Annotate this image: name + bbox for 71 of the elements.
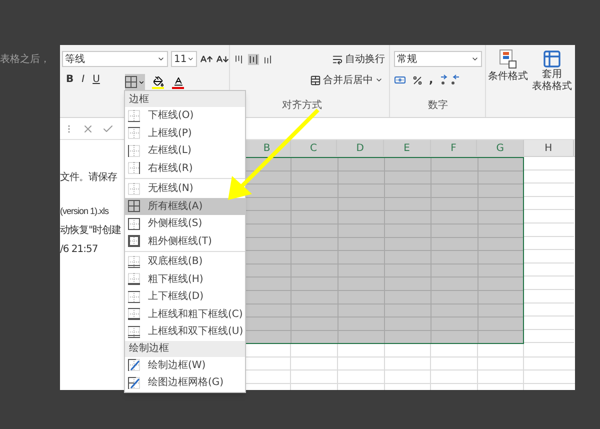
menu-item[interactable]: 外侧框线(S) (125, 215, 245, 232)
menu-item[interactable]: 右框线(R) (125, 160, 245, 177)
table-format-icon (542, 49, 562, 69)
wrap-text-button[interactable]: 自动换行 (332, 52, 386, 66)
wrap-icon (332, 54, 344, 64)
recovery-text: /6 21:57 (60, 242, 99, 256)
border-style-icon (128, 326, 140, 338)
font-style-button[interactable]: B (66, 72, 74, 86)
border-style-icon (128, 290, 140, 303)
menu-item[interactable]: 下框线(O) (125, 107, 245, 124)
font-size-field[interactable]: 11 (171, 51, 197, 67)
border-style-icon (125, 76, 137, 88)
bottom-align-icon[interactable] (262, 54, 273, 64)
middle-align-icon[interactable] (248, 54, 259, 64)
menu-item[interactable]: 上框线(P) (125, 124, 245, 142)
border-style-icon (128, 182, 140, 195)
border-style-icon (128, 376, 140, 389)
menu-section-header: 边框 (125, 91, 245, 107)
currency-icon[interactable] (394, 74, 406, 86)
menu-item[interactable]: 左框线(L) (125, 142, 245, 160)
cancel-icon[interactable] (82, 122, 94, 134)
recovery-text: (version 1).xls (60, 205, 110, 218)
dropdown-icon (375, 76, 383, 84)
fill-color-icon[interactable] (152, 76, 164, 86)
menu-item[interactable]: 所有框线(A) (125, 198, 245, 215)
dropdown-icon (186, 55, 194, 63)
merge-icon (310, 74, 321, 86)
column-header[interactable]: H (524, 140, 574, 156)
menu-section-header: 绘制边框 (125, 340, 245, 356)
border-style-icon (128, 256, 140, 268)
menu-item[interactable]: 粗下框线(H) (125, 270, 245, 288)
border-style-icon (128, 273, 140, 286)
border-style-icon (128, 200, 140, 212)
menu-item[interactable]: 上框线和粗下框线(C) (125, 306, 245, 323)
border-style-icon (128, 235, 140, 248)
menu-item[interactable]: 上下框线(D) (125, 288, 245, 306)
border-style-icon (128, 308, 140, 320)
font-color-icon[interactable] (172, 76, 184, 86)
conditional-format-button[interactable]: 条件格式 (488, 49, 528, 117)
recovery-text: 文件。请保存 (60, 170, 118, 185)
dropdown-icon (138, 78, 145, 86)
border-button[interactable] (125, 74, 145, 90)
decimal-icon[interactable] (439, 74, 462, 86)
border-style-icon (128, 127, 140, 140)
conditional-format-icon (499, 49, 517, 69)
font-name-field[interactable]: 等线 (62, 51, 168, 67)
font-style-button[interactable]: I (82, 72, 85, 86)
recovery-text: 动恢复"时创建 (60, 224, 122, 238)
article-caption: 表格之后， (0, 52, 51, 67)
menu-item[interactable]: 绘制边框(W) (125, 356, 245, 374)
group-label: 对齐方式 (282, 98, 322, 113)
percent-icon[interactable] (412, 74, 423, 86)
border-style-icon (128, 359, 140, 372)
border-style-icon (128, 162, 140, 174)
enter-icon[interactable] (102, 122, 114, 134)
menu-item[interactable]: 绘图边框网格(G) (125, 374, 245, 392)
border-style-icon (128, 144, 140, 157)
border-style-icon (128, 110, 140, 122)
border-style-icon (128, 218, 140, 230)
group-label: 数字 (428, 98, 448, 113)
table-format-button[interactable]: 套用 表格格式 (532, 49, 572, 117)
number-format-field[interactable]: 常规 (394, 51, 482, 67)
menu-item[interactable]: 双底框线(B) (125, 253, 245, 270)
top-align-icon[interactable] (233, 54, 244, 64)
menu-item[interactable]: 上框线和双下框线(U) (125, 323, 245, 340)
dropdown-icon (157, 55, 165, 63)
comma-style-button[interactable]: , (429, 72, 434, 88)
dropdown-icon (471, 55, 479, 63)
menu-item[interactable]: 粗外侧框线(T) (125, 232, 245, 250)
merge-center-button[interactable]: 合并后居中 (310, 72, 383, 88)
font-style-button[interactable]: U (92, 72, 100, 86)
